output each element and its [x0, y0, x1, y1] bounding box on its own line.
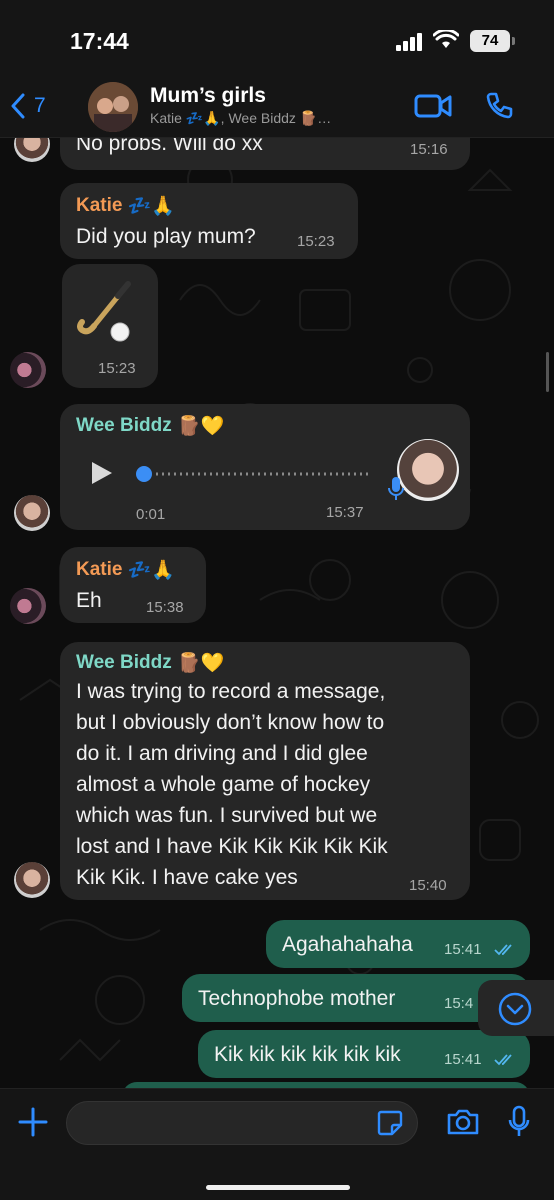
status-bar: 17:44 74: [0, 0, 554, 76]
microphone-icon[interactable]: [508, 1105, 530, 1139]
voice-progress-slider[interactable]: [134, 464, 372, 484]
message-bubble[interactable]: Katie 💤🙏 Did you play mum? 15:23: [60, 183, 358, 259]
camera-icon[interactable]: [446, 1108, 480, 1136]
sender-avatar[interactable]: [14, 862, 50, 898]
sender-emoji: 💤🙏: [127, 196, 176, 217]
message-text: Technophobe mother: [198, 987, 396, 1010]
battery-indicator: 74: [470, 30, 515, 52]
sender-avatar[interactable]: [10, 352, 46, 388]
message-text: Agahahahaha: [282, 933, 413, 956]
microphone-icon: [388, 477, 404, 500]
message-text: I was trying to record a message, but I …: [76, 680, 388, 889]
read-receipt-icon: [494, 944, 512, 956]
message-time: 15:16: [410, 141, 448, 158]
message-text: Eh: [76, 589, 102, 612]
message-time: 15:40: [409, 877, 447, 894]
outgoing-message-bubble[interactable]: Kik kik kik kik kik kik 15:41: [198, 1030, 530, 1078]
hockey-stick-icon: [77, 281, 131, 342]
play-icon[interactable]: [90, 460, 114, 486]
chat-members[interactable]: Katie 💤🙏, Wee Biddz 🪵…: [150, 110, 331, 127]
message-input[interactable]: [66, 1101, 418, 1145]
group-avatar[interactable]: [88, 82, 138, 132]
message-time: 15:37: [326, 504, 364, 521]
chat-title[interactable]: Mum’s girls: [150, 84, 266, 108]
status-time: 17:44: [70, 28, 129, 54]
voice-sender-avatar: [397, 439, 459, 501]
message-composer: [0, 1088, 554, 1200]
read-receipt-icon: [494, 1054, 512, 1066]
sender-emoji: 🪵💛: [177, 416, 225, 437]
wifi-icon: [433, 30, 459, 48]
message-text: Kik kik kik kik kik kik: [214, 1043, 401, 1066]
message-bubble[interactable]: Katie 💤🙏 Eh 15:38: [60, 547, 206, 623]
plus-icon[interactable]: [18, 1107, 48, 1137]
chevron-left-icon: [11, 93, 25, 119]
video-call-icon[interactable]: [414, 93, 452, 119]
sender-emoji: 🪵💛: [177, 653, 225, 674]
cellular-signal-icon: [396, 33, 426, 51]
message-time: 15:4: [444, 995, 474, 1012]
chat-header: 7 Mum’s girls Katie 💤🙏, Wee Biddz 🪵…: [0, 76, 554, 138]
sender-name[interactable]: Katie 💤🙏: [76, 558, 175, 582]
outgoing-message-bubble[interactable]: Agahahahaha 15:41: [266, 920, 530, 968]
chevron-down-icon: [498, 992, 532, 1026]
message-time: 15:41: [444, 1051, 482, 1068]
message-time: 15:23: [98, 360, 136, 377]
sticker-icon[interactable]: [377, 1110, 403, 1136]
sticker-bubble[interactable]: 15:23: [62, 264, 158, 388]
sender-name[interactable]: Wee Biddz 🪵💛: [76, 651, 224, 675]
sender-name[interactable]: Katie 💤🙏: [76, 194, 175, 218]
sender-avatar[interactable]: [10, 588, 46, 624]
sender-avatar[interactable]: [14, 495, 50, 531]
sender-emoji: 💤🙏: [127, 560, 176, 581]
sender-name[interactable]: Wee Biddz 🪵💛: [76, 414, 224, 438]
voice-message-bubble[interactable]: Wee Biddz 🪵💛 0:01 15:37: [60, 404, 470, 530]
back-button[interactable]: 7: [10, 88, 46, 124]
scroll-to-bottom-button[interactable]: [478, 980, 554, 1036]
message-time: 15:23: [297, 233, 335, 250]
message-time: 15:41: [444, 941, 482, 958]
message-text: Did you play mum?: [76, 225, 256, 248]
voice-duration: 0:01: [136, 506, 166, 523]
scroll-indicator: [546, 352, 549, 392]
home-indicator: [206, 1185, 350, 1190]
message-time: 15:38: [146, 599, 184, 616]
phone-call-icon[interactable]: [484, 91, 514, 121]
message-bubble[interactable]: Wee Biddz 🪵💛 I was trying to record a me…: [60, 642, 470, 900]
unread-count: 7: [34, 94, 46, 117]
